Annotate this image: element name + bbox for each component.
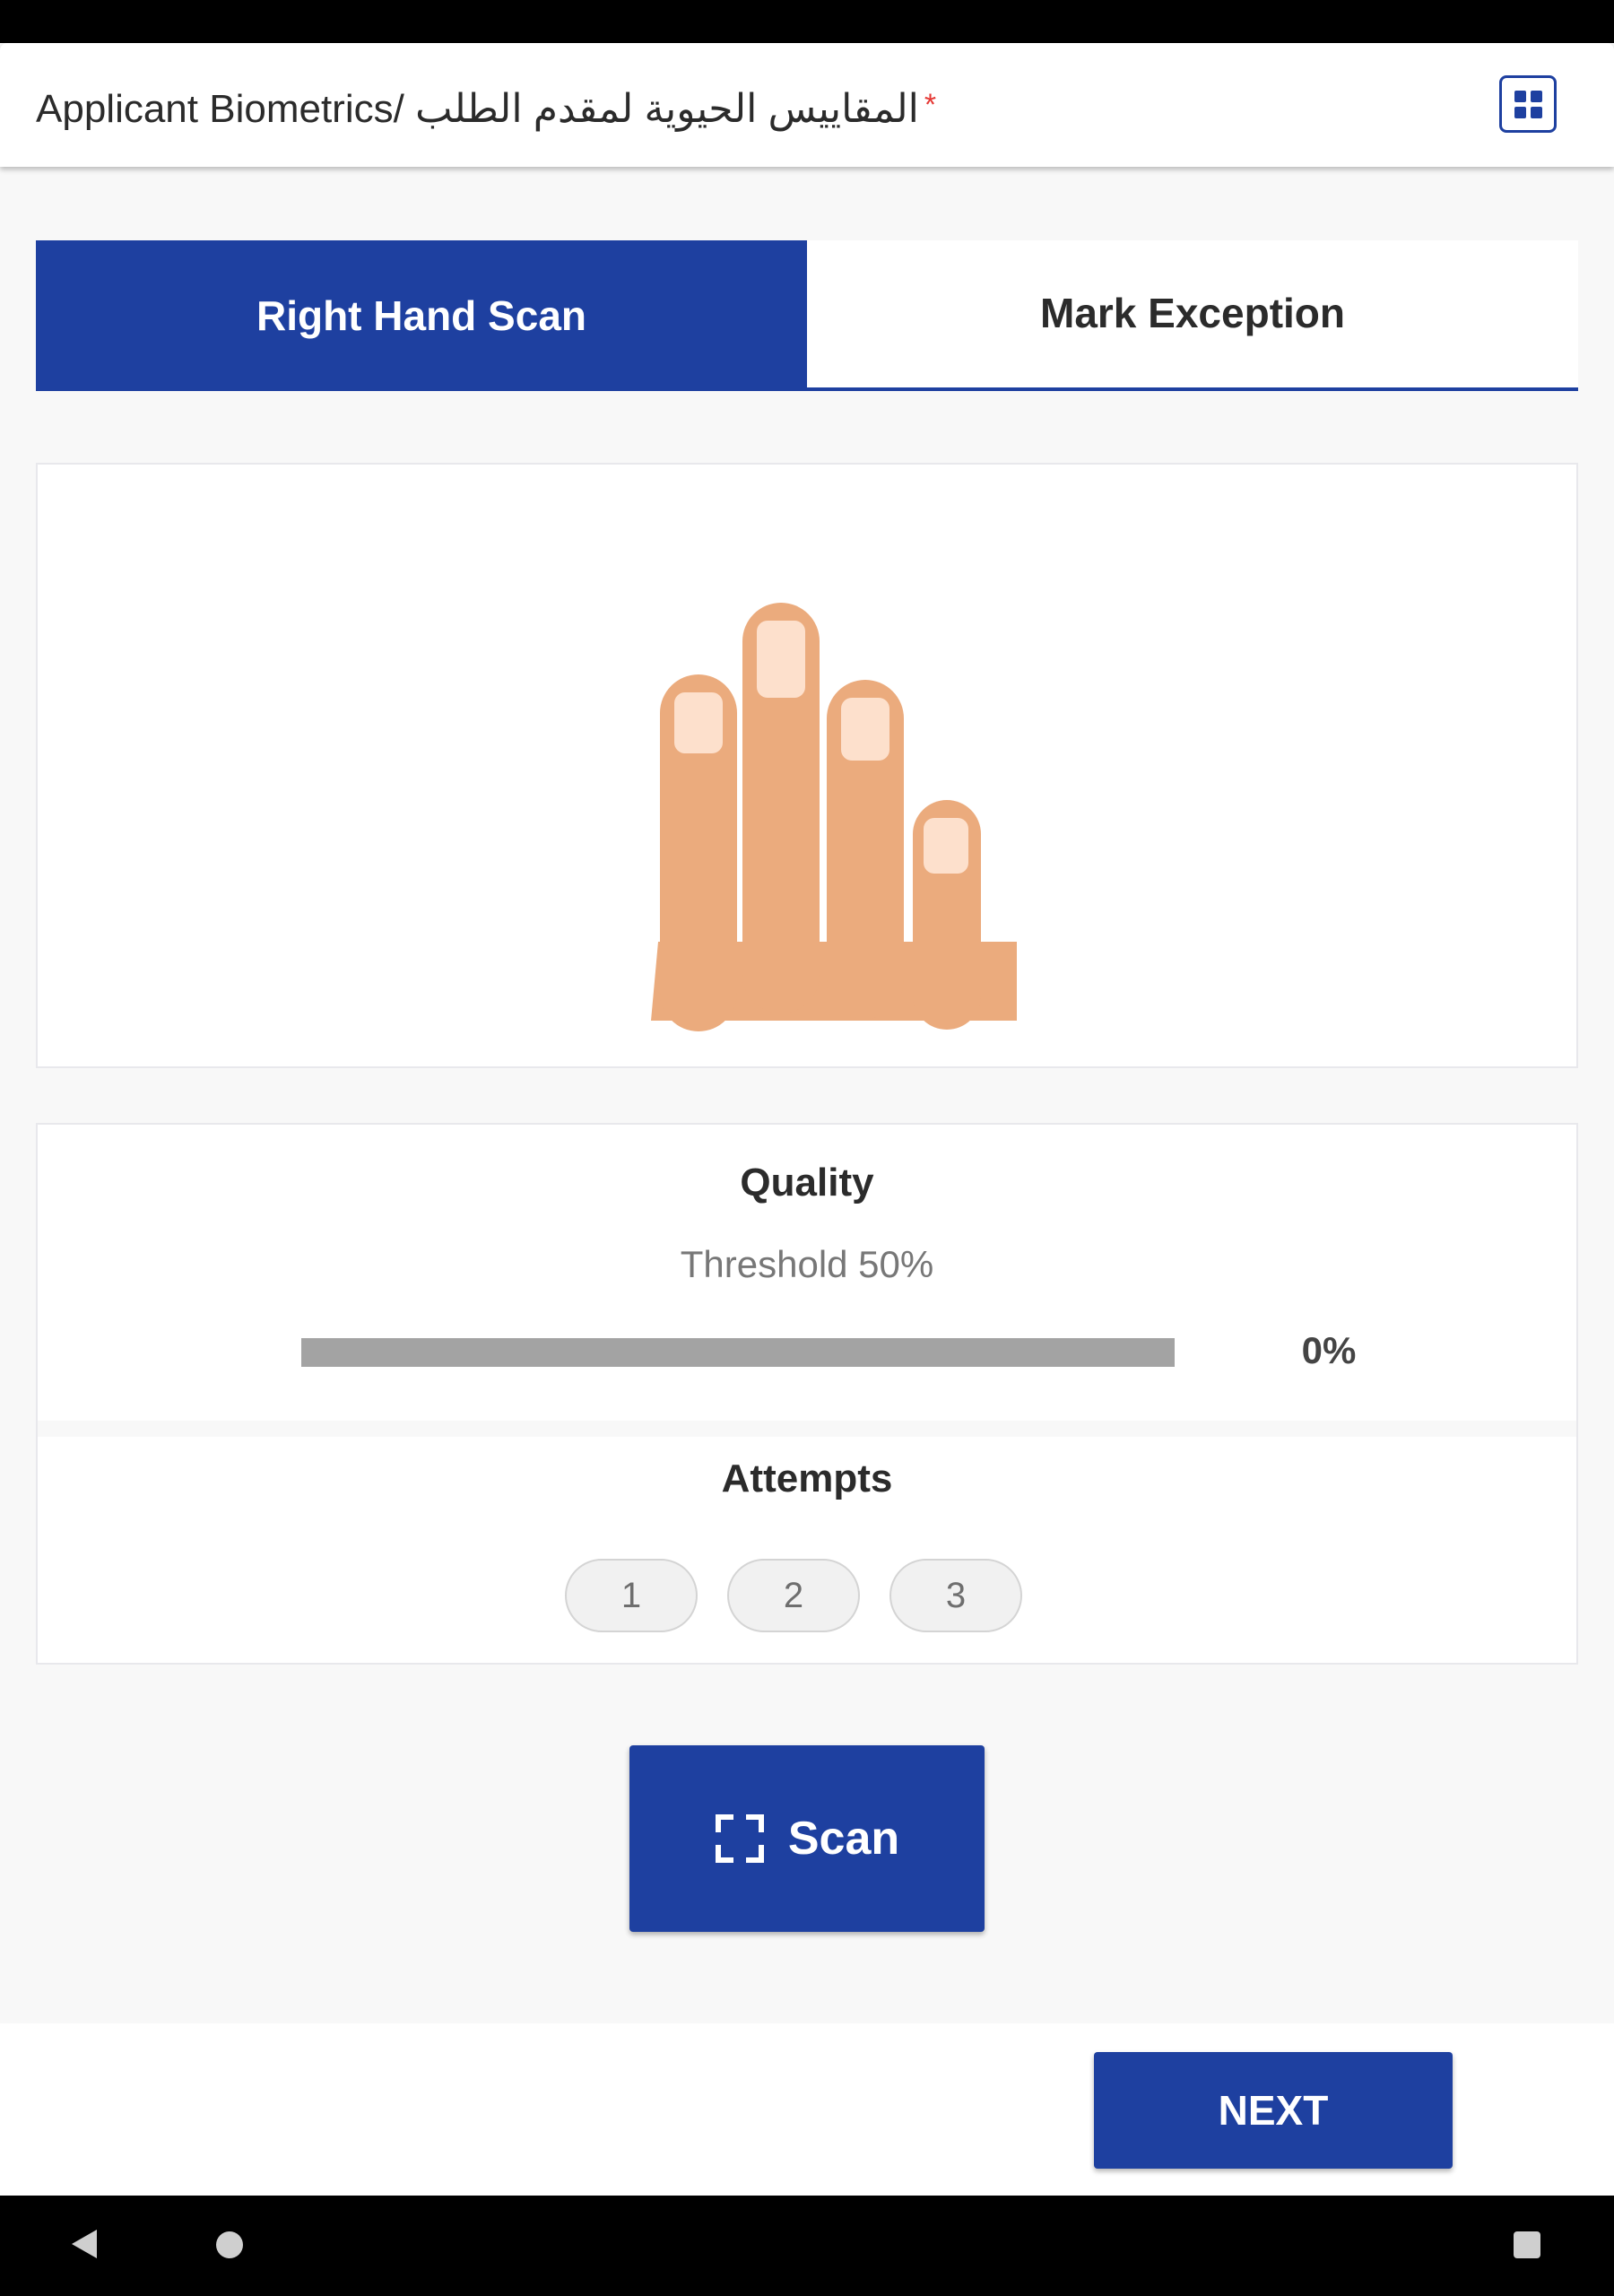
section-divider bbox=[38, 1421, 1576, 1437]
home-icon[interactable] bbox=[216, 2231, 243, 2258]
quality-title: Quality bbox=[740, 1161, 874, 1205]
hand-illustration-panel bbox=[36, 463, 1578, 1068]
app-header: Applicant Biometrics/ المقاييس الحيوية ل… bbox=[0, 43, 1614, 167]
quality-progress-bar bbox=[301, 1338, 1175, 1367]
quality-panel: Quality Threshold 50% 0% Attempts 1 2 3 bbox=[36, 1123, 1578, 1665]
scan-button-label: Scan bbox=[787, 1813, 900, 1865]
page-title-text: Applicant Biometrics/ المقاييس الحيوية ل… bbox=[36, 87, 919, 131]
footer-bar: NEXT bbox=[0, 2023, 1614, 2196]
grid-icon[interactable] bbox=[1499, 75, 1557, 133]
attempt-1: 1 bbox=[565, 1559, 698, 1632]
scan-tabs: Right Hand Scan Mark Exception bbox=[36, 240, 1578, 391]
attempts-title: Attempts bbox=[721, 1457, 893, 1500]
scan-frame-icon bbox=[715, 1814, 764, 1863]
page-title: Applicant Biometrics/ المقاييس الحيوية ل… bbox=[36, 43, 936, 167]
back-icon[interactable] bbox=[72, 2230, 97, 2258]
quality-threshold: Threshold 50% bbox=[680, 1243, 934, 1285]
required-marker: * bbox=[924, 88, 937, 122]
scan-button[interactable]: Scan bbox=[629, 1745, 985, 1932]
attempt-2: 2 bbox=[727, 1559, 860, 1632]
next-button[interactable]: NEXT bbox=[1094, 2052, 1453, 2169]
nail-little bbox=[924, 818, 968, 874]
nail-middle bbox=[757, 621, 805, 698]
nail-index bbox=[674, 692, 723, 753]
recents-icon[interactable] bbox=[1514, 2231, 1540, 2258]
attempt-3: 3 bbox=[889, 1559, 1022, 1632]
system-nav-bar bbox=[0, 2196, 1614, 2296]
right-hand-icon bbox=[651, 603, 1017, 1031]
tab-right-hand-scan[interactable]: Right Hand Scan bbox=[36, 240, 807, 391]
status-bar bbox=[0, 0, 1614, 43]
quality-value: 0% bbox=[1301, 1329, 1357, 1371]
tab-mark-exception[interactable]: Mark Exception bbox=[807, 240, 1578, 391]
nail-ring bbox=[841, 698, 889, 761]
